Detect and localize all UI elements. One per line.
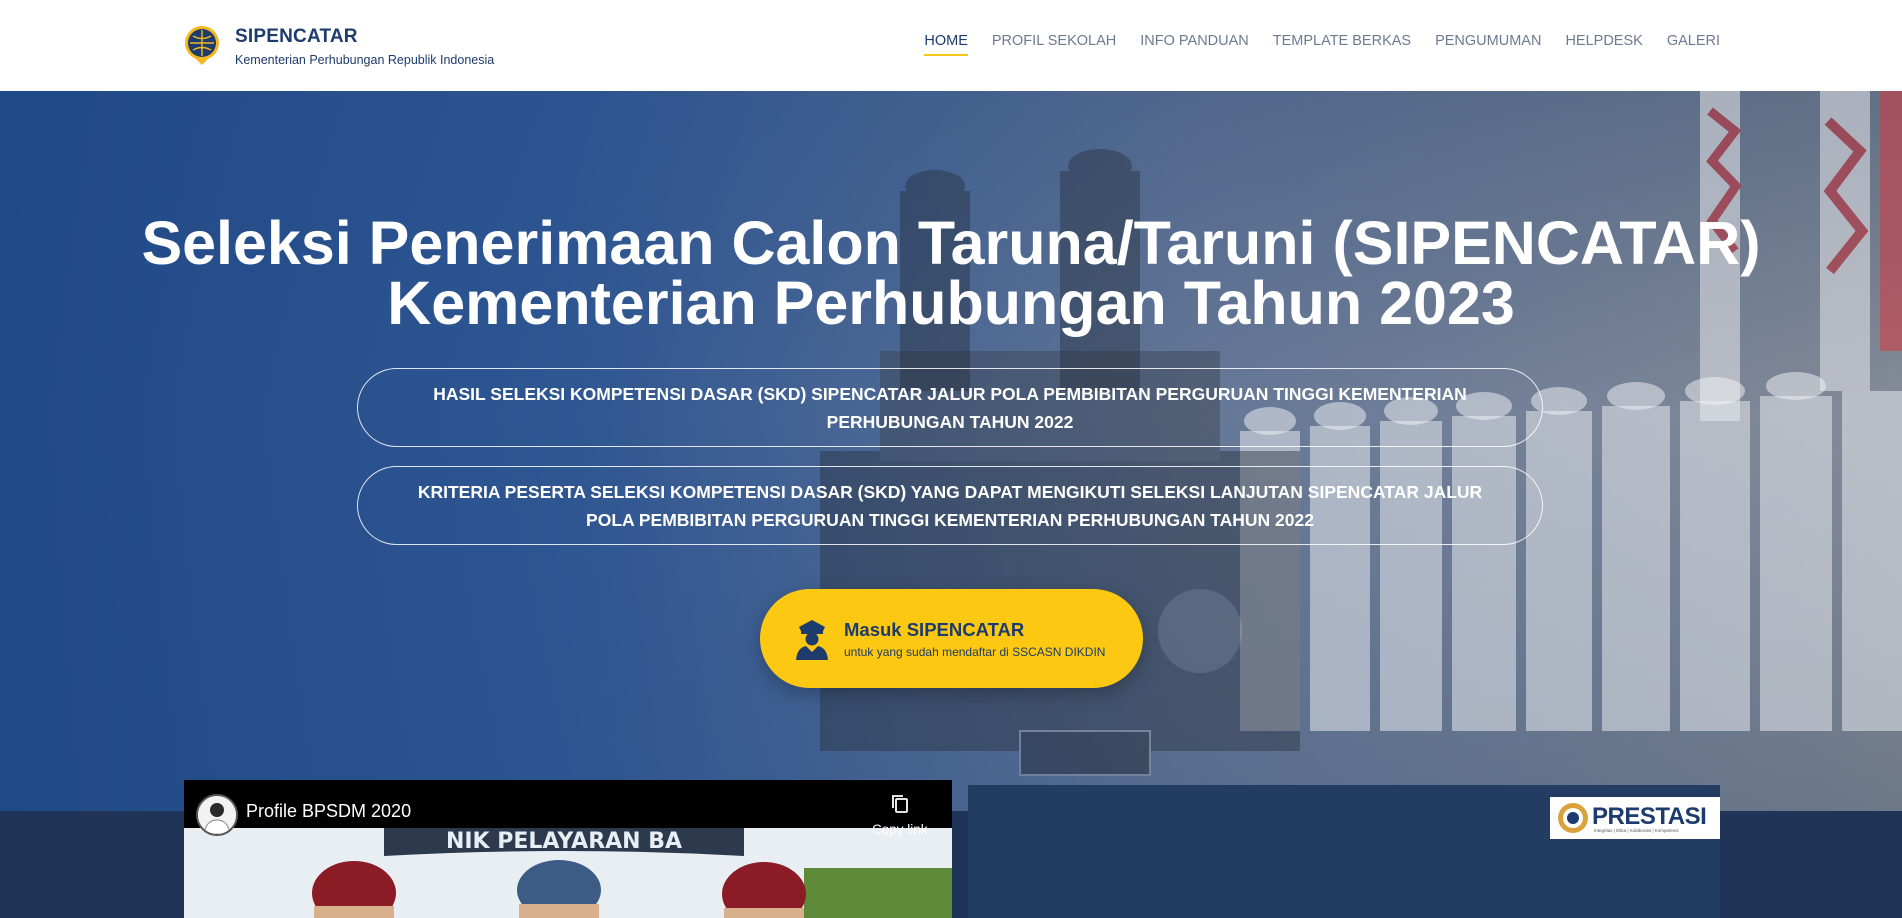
video-title[interactable]: Profile BPSDM 2020 [246, 801, 411, 822]
login-sipencatar-button[interactable]: Masuk SIPENCATAR untuk yang sudah mendaf… [760, 589, 1143, 688]
hero-title: Seleksi Penerimaan Calon Taruna/Taruni (… [0, 209, 1902, 337]
copy-link-label[interactable]: Copy link [872, 822, 928, 837]
announcement-skd-results-link[interactable]: HASIL SELEKSI KOMPETENSI DASAR (SKD) SIP… [357, 368, 1543, 447]
nav-helpdesk[interactable]: HELPDESK [1565, 33, 1642, 56]
hero-title-line-1: Seleksi Penerimaan Calon Taruna/Taruni (… [141, 209, 1761, 277]
login-button-title: Masuk SIPENCATAR [844, 619, 1025, 640]
nav-galeri[interactable]: GALERI [1667, 33, 1720, 56]
brand-name[interactable]: SIPENCATAR [235, 26, 358, 48]
video-thumbnail: NIK PELAYARAN BA [184, 828, 952, 918]
hero-section: Seleksi Penerimaan Calon Taruna/Taruni (… [0, 91, 1902, 811]
prestasi-text: PRESTASI [1592, 803, 1707, 830]
nav-info-panduan[interactable]: INFO PANDUAN [1140, 33, 1249, 56]
copy-link-icon[interactable] [890, 794, 910, 814]
main-nav: HOME PROFIL SEKOLAH INFO PANDUAN TEMPLAT… [924, 33, 1720, 56]
channel-avatar-icon [198, 796, 236, 834]
kemenhub-logo-icon[interactable] [182, 23, 222, 67]
hero-background-photo [820, 91, 1902, 776]
announcement-skd-criteria-label: KRITERIA PESERTA SELEKSI KOMPETENSI DASA… [417, 481, 1483, 530]
hero-title-line-2: Kementerian Perhubungan Tahun 2023 [387, 269, 1515, 337]
nav-profil-sekolah[interactable]: PROFIL SEKOLAH [992, 33, 1116, 56]
brand-subtitle: Kementerian Perhubungan Republik Indones… [235, 53, 495, 67]
youtube-video-embed[interactable]: NIK PELAYARAN BA Profile BPSDM 2020 Copy… [184, 780, 952, 918]
video-banner-text: NIK PELAYARAN BA [446, 829, 682, 854]
nav-pengumuman[interactable]: PENGUMUMAN [1435, 33, 1541, 56]
announcement-skd-results-label: HASIL SELEKSI KOMPETENSI DASAR (SKD) SIP… [433, 383, 1467, 432]
nav-template-berkas[interactable]: TEMPLATE BERKAS [1273, 33, 1411, 56]
announcement-skd-criteria-link[interactable]: KRITERIA PESERTA SELEKSI KOMPETENSI DASA… [357, 466, 1543, 545]
prestasi-tagline: Integritas | Etika | Kolaborasi | Kompet… [1594, 828, 1679, 833]
prestasi-emblem-icon [1558, 803, 1588, 833]
channel-avatar[interactable] [196, 794, 238, 836]
officer-icon [796, 620, 828, 660]
nav-home[interactable]: HOME [924, 33, 968, 56]
site-header: SIPENCATAR Kementerian Perhubungan Repub… [0, 0, 1902, 91]
login-button-subtitle: untuk yang sudah mendaftar di SSCASN DIK… [844, 645, 1106, 659]
prestasi-badge: PRESTASI Integritas | Etika | Kolaborasi… [1550, 797, 1720, 839]
